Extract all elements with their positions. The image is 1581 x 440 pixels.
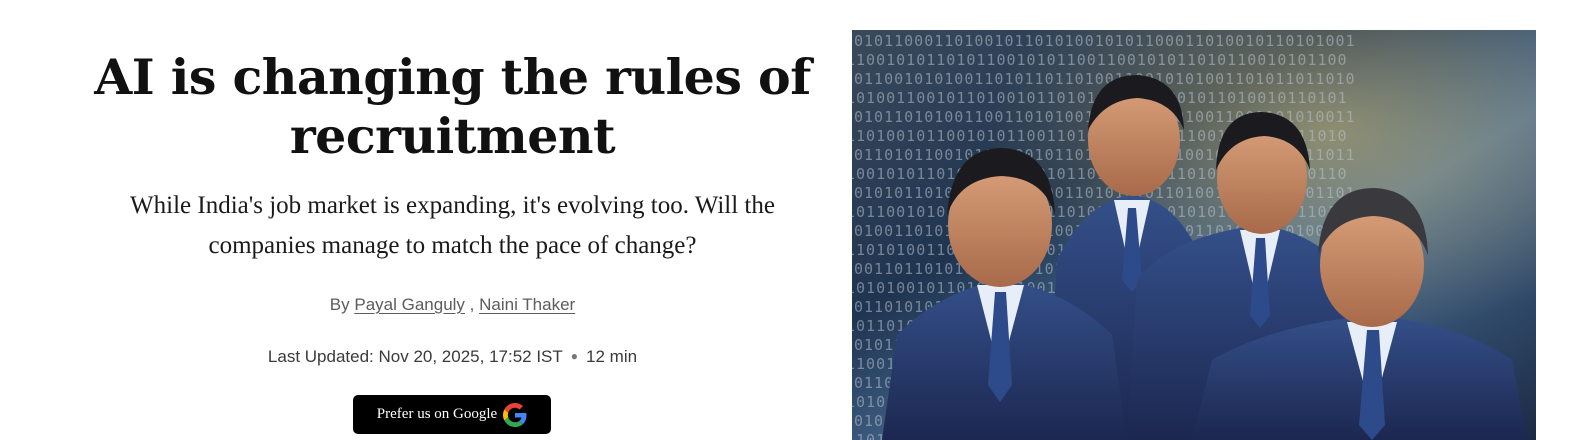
author-link-naini-thaker[interactable]: Naini Thaker [479,295,575,314]
executives-illustration: 0101100011010010110101001010110001101001… [852,30,1536,440]
prefer-us-on-google-button[interactable]: Prefer us on Google [353,395,551,434]
article-meta: Last Updated: Nov 20, 2025, 17:52 IST ● 12… [80,343,825,370]
byline-separator: , [469,295,475,314]
binary-row: 0110010101001101011011010011001010100110… [854,70,1356,88]
article-subheadline: While India's job market is expanding, i… [130,192,775,259]
article-header: AI is changing the rules of recruitment … [0,0,1581,440]
meta-separator-dot: ● [570,349,579,363]
last-updated-timestamp: Last Updated: Nov 20, 2025, 17:52 IST [267,347,563,366]
prefer-button-label: Prefer us on Google [376,406,498,422]
article-hero-image: 0101100011010010110101001010110001101001… [852,30,1536,440]
article-headline: AI is changing the rules of recruitment [94,48,811,165]
byline: By Payal Ganguly , Naini Thaker [80,292,825,318]
article-intro: AI is changing the rules of recruitment … [80,0,825,440]
byline-prefix: By [329,295,350,314]
google-g-icon [503,402,527,427]
author-link-payal-ganguly[interactable]: Payal Ganguly [354,295,465,314]
binary-row: 0101100011010010110101001010110001101001… [854,32,1356,50]
read-time: 12 min [586,347,638,366]
binary-row: 1100101011010110010101100110010101101011… [852,51,1348,69]
